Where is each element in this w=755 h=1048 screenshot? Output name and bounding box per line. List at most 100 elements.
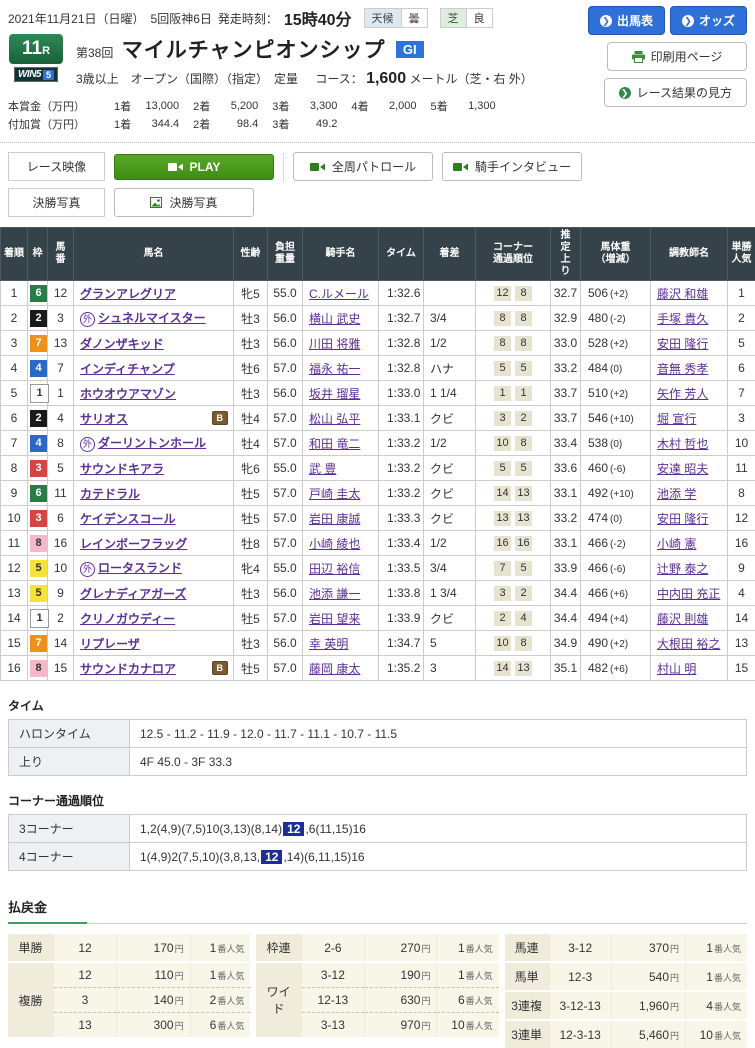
carried-weight: 56.0 (268, 631, 303, 656)
weather-value: 曇 (401, 9, 427, 27)
estimated-last-3f: 33.1 (551, 481, 581, 506)
jockey-name-link[interactable]: 小崎 綾也 (309, 537, 360, 551)
jockey-name-link[interactable]: 岩田 康誠 (309, 512, 360, 526)
finish-position: 7 (1, 431, 28, 456)
jockey-name-link[interactable]: 川田 将雅 (309, 337, 360, 351)
trainer-name-link[interactable]: 中内田 充正 (657, 587, 720, 601)
trainer-name-link[interactable]: 音無 秀孝 (657, 362, 708, 376)
result-row: 1359グレナディアガーズ牡356.0池添 謙一1:33.81 3/43234.… (1, 581, 755, 606)
jockey-name-link[interactable]: 坂井 瑠星 (309, 387, 360, 401)
horse-name-link[interactable]: ケイデンスコール (80, 512, 176, 526)
jockey-name-link[interactable]: 戸崎 圭太 (309, 487, 360, 501)
horse-name-link[interactable]: サウンドキアラ (80, 462, 164, 476)
trainer-name-link[interactable]: 安田 隆行 (657, 337, 708, 351)
trainer-name-link[interactable]: 池添 学 (657, 487, 696, 501)
horse-name-link[interactable]: ロータスランド (98, 561, 182, 575)
trainer-name-link[interactable]: 安田 隆行 (657, 512, 708, 526)
horse-name-link[interactable]: サウンドカナロア (80, 662, 176, 676)
horse-name-link[interactable]: レインボーフラッグ (80, 537, 187, 551)
corner-position: 13 (515, 486, 532, 501)
popularity-unit: 番人気 (217, 944, 244, 954)
trainer-cell: 手塚 貴久 (651, 306, 728, 331)
horse-name-link[interactable]: グランアレグリア (80, 287, 176, 301)
jockey-name-link[interactable]: C.ルメール (309, 287, 369, 301)
horse-name-link[interactable]: クリノガウディー (80, 612, 175, 626)
trainer-name-link[interactable]: 木村 哲也 (657, 437, 708, 451)
horse-name-link[interactable]: カテドラル (80, 487, 140, 501)
jockey-name-link[interactable]: 幸 英明 (309, 637, 348, 651)
horse-name-link[interactable]: シュネルマイスター (98, 311, 206, 325)
print-button[interactable]: 印刷用ページ (607, 42, 747, 71)
trainer-name-link[interactable]: 村山 明 (657, 662, 696, 676)
bet-type-label: 3連単 (505, 1020, 549, 1048)
margin: 3/4 (424, 306, 476, 331)
jockey-name-link[interactable]: 藤岡 康太 (309, 662, 360, 676)
corner-position: 12 (494, 286, 511, 301)
horse-name-link[interactable]: インディチャンプ (80, 362, 175, 376)
arrow-circle-icon: ❯ (619, 87, 631, 99)
trainer-name-link[interactable]: 矢作 芳人 (657, 387, 708, 401)
patrol-video-button[interactable]: 全周パトロール (293, 152, 433, 181)
jockey-name-link[interactable]: 横山 武史 (309, 312, 360, 326)
jockey-cell: 和田 竜二 (303, 431, 379, 456)
results-guide-button[interactable]: ❯ レース結果の見方 (604, 78, 747, 107)
corner-row: 3コーナー1,2(4,9)(7,5)10(3,13)(8,14)12,6(11,… (9, 815, 747, 843)
body-weight-value: 494 (588, 611, 608, 625)
odds-button[interactable]: ❯ オッズ (670, 6, 747, 35)
play-button[interactable]: PLAY (114, 154, 274, 180)
entries-button[interactable]: ❯ 出馬表 (588, 6, 665, 35)
jockey-name-link[interactable]: 池添 謙一 (309, 587, 360, 601)
finish-position: 2 (1, 306, 28, 331)
jockey-interview-button[interactable]: 騎手インタビュー (442, 152, 582, 181)
body-weight-value: 460 (588, 461, 608, 475)
horse-name-link[interactable]: ダノンザキッド (80, 337, 164, 351)
prize-place: 3着 (272, 116, 289, 132)
horse-name-link[interactable]: ダーリントンホール (98, 436, 206, 450)
foreign-bred-mark: 外 (80, 562, 95, 577)
estimated-last-3f: 33.6 (551, 456, 581, 481)
finish-photo-button[interactable]: 決勝写真 (114, 188, 254, 217)
trainer-name-link[interactable]: 手塚 貴久 (657, 312, 708, 326)
jockey-name-link[interactable]: 田辺 裕信 (309, 562, 360, 576)
horse-name-link[interactable]: グレナディアガーズ (80, 587, 187, 601)
jockey-name-link[interactable]: 和田 竜二 (309, 437, 360, 451)
trainer-name-link[interactable]: 辻野 泰之 (657, 562, 708, 576)
trainer-name-link[interactable]: 大根田 裕之 (657, 637, 720, 651)
entries-button-label: 出馬表 (617, 12, 653, 29)
corner-positions: 1616 (476, 531, 551, 556)
jockey-name-link[interactable]: 福永 祐一 (309, 362, 360, 376)
corner-position: 1 (515, 386, 532, 401)
trainer-name-link[interactable]: 堀 宣行 (657, 412, 696, 426)
horse-name-link[interactable]: ホウオウアマゾン (80, 387, 176, 401)
trainer-name-link[interactable]: 安達 昭夫 (657, 462, 708, 476)
payout-popularity: 1番人気 (437, 962, 499, 988)
payout-table-win-place: 単勝12170円1番人気複勝12110円1番人気3140円2番人気13300円6… (8, 934, 250, 1037)
frame-badge: 5 (30, 585, 47, 602)
jockey-name-link[interactable]: 武 豊 (309, 462, 336, 476)
finish-time: 1:33.2 (379, 456, 424, 481)
finish-time: 1:32.8 (379, 331, 424, 356)
horse-cell: クリノガウディー (74, 606, 234, 631)
trainer-name-link[interactable]: 小崎 憲 (657, 537, 696, 551)
jockey-name-link[interactable]: 岩田 望来 (309, 612, 360, 626)
body-weight: 480(-2) (581, 306, 651, 331)
horse-name-link[interactable]: リプレーザ (80, 637, 140, 651)
trainer-cell: 村山 明 (651, 656, 728, 681)
horse-name-link[interactable]: サリオス (80, 412, 128, 426)
trainer-name-link[interactable]: 藤沢 則雄 (657, 612, 708, 626)
trainer-name-link[interactable]: 藤沢 和雄 (657, 287, 708, 301)
horse-number: 6 (48, 506, 74, 531)
body-weight-value: 510 (588, 386, 608, 400)
estimated-last-3f: 33.4 (551, 431, 581, 456)
body-weight-value: 466 (588, 586, 608, 600)
estimated-last-3f: 32.7 (551, 281, 581, 306)
results-tbody: 1612グランアレグリア牝555.0C.ルメール1:32.612832.7506… (1, 281, 755, 681)
jockey-name-link[interactable]: 松山 弘平 (309, 412, 360, 426)
horse-cell: グレナディアガーズ (74, 581, 234, 606)
corner-position: 2 (515, 411, 532, 426)
margin: クビ (424, 406, 476, 431)
turf-value: 良 (466, 9, 492, 27)
race-result-page: ❯ 出馬表 ❯ オッズ 印刷用ページ ❯ レース結果の見方 2021年11月21… (0, 0, 755, 1048)
bet-type-label: 複勝 (8, 962, 54, 1037)
time-section: タイム ハロンタイム12.5 - 11.2 - 11.9 - 12.0 - 11… (8, 697, 747, 776)
